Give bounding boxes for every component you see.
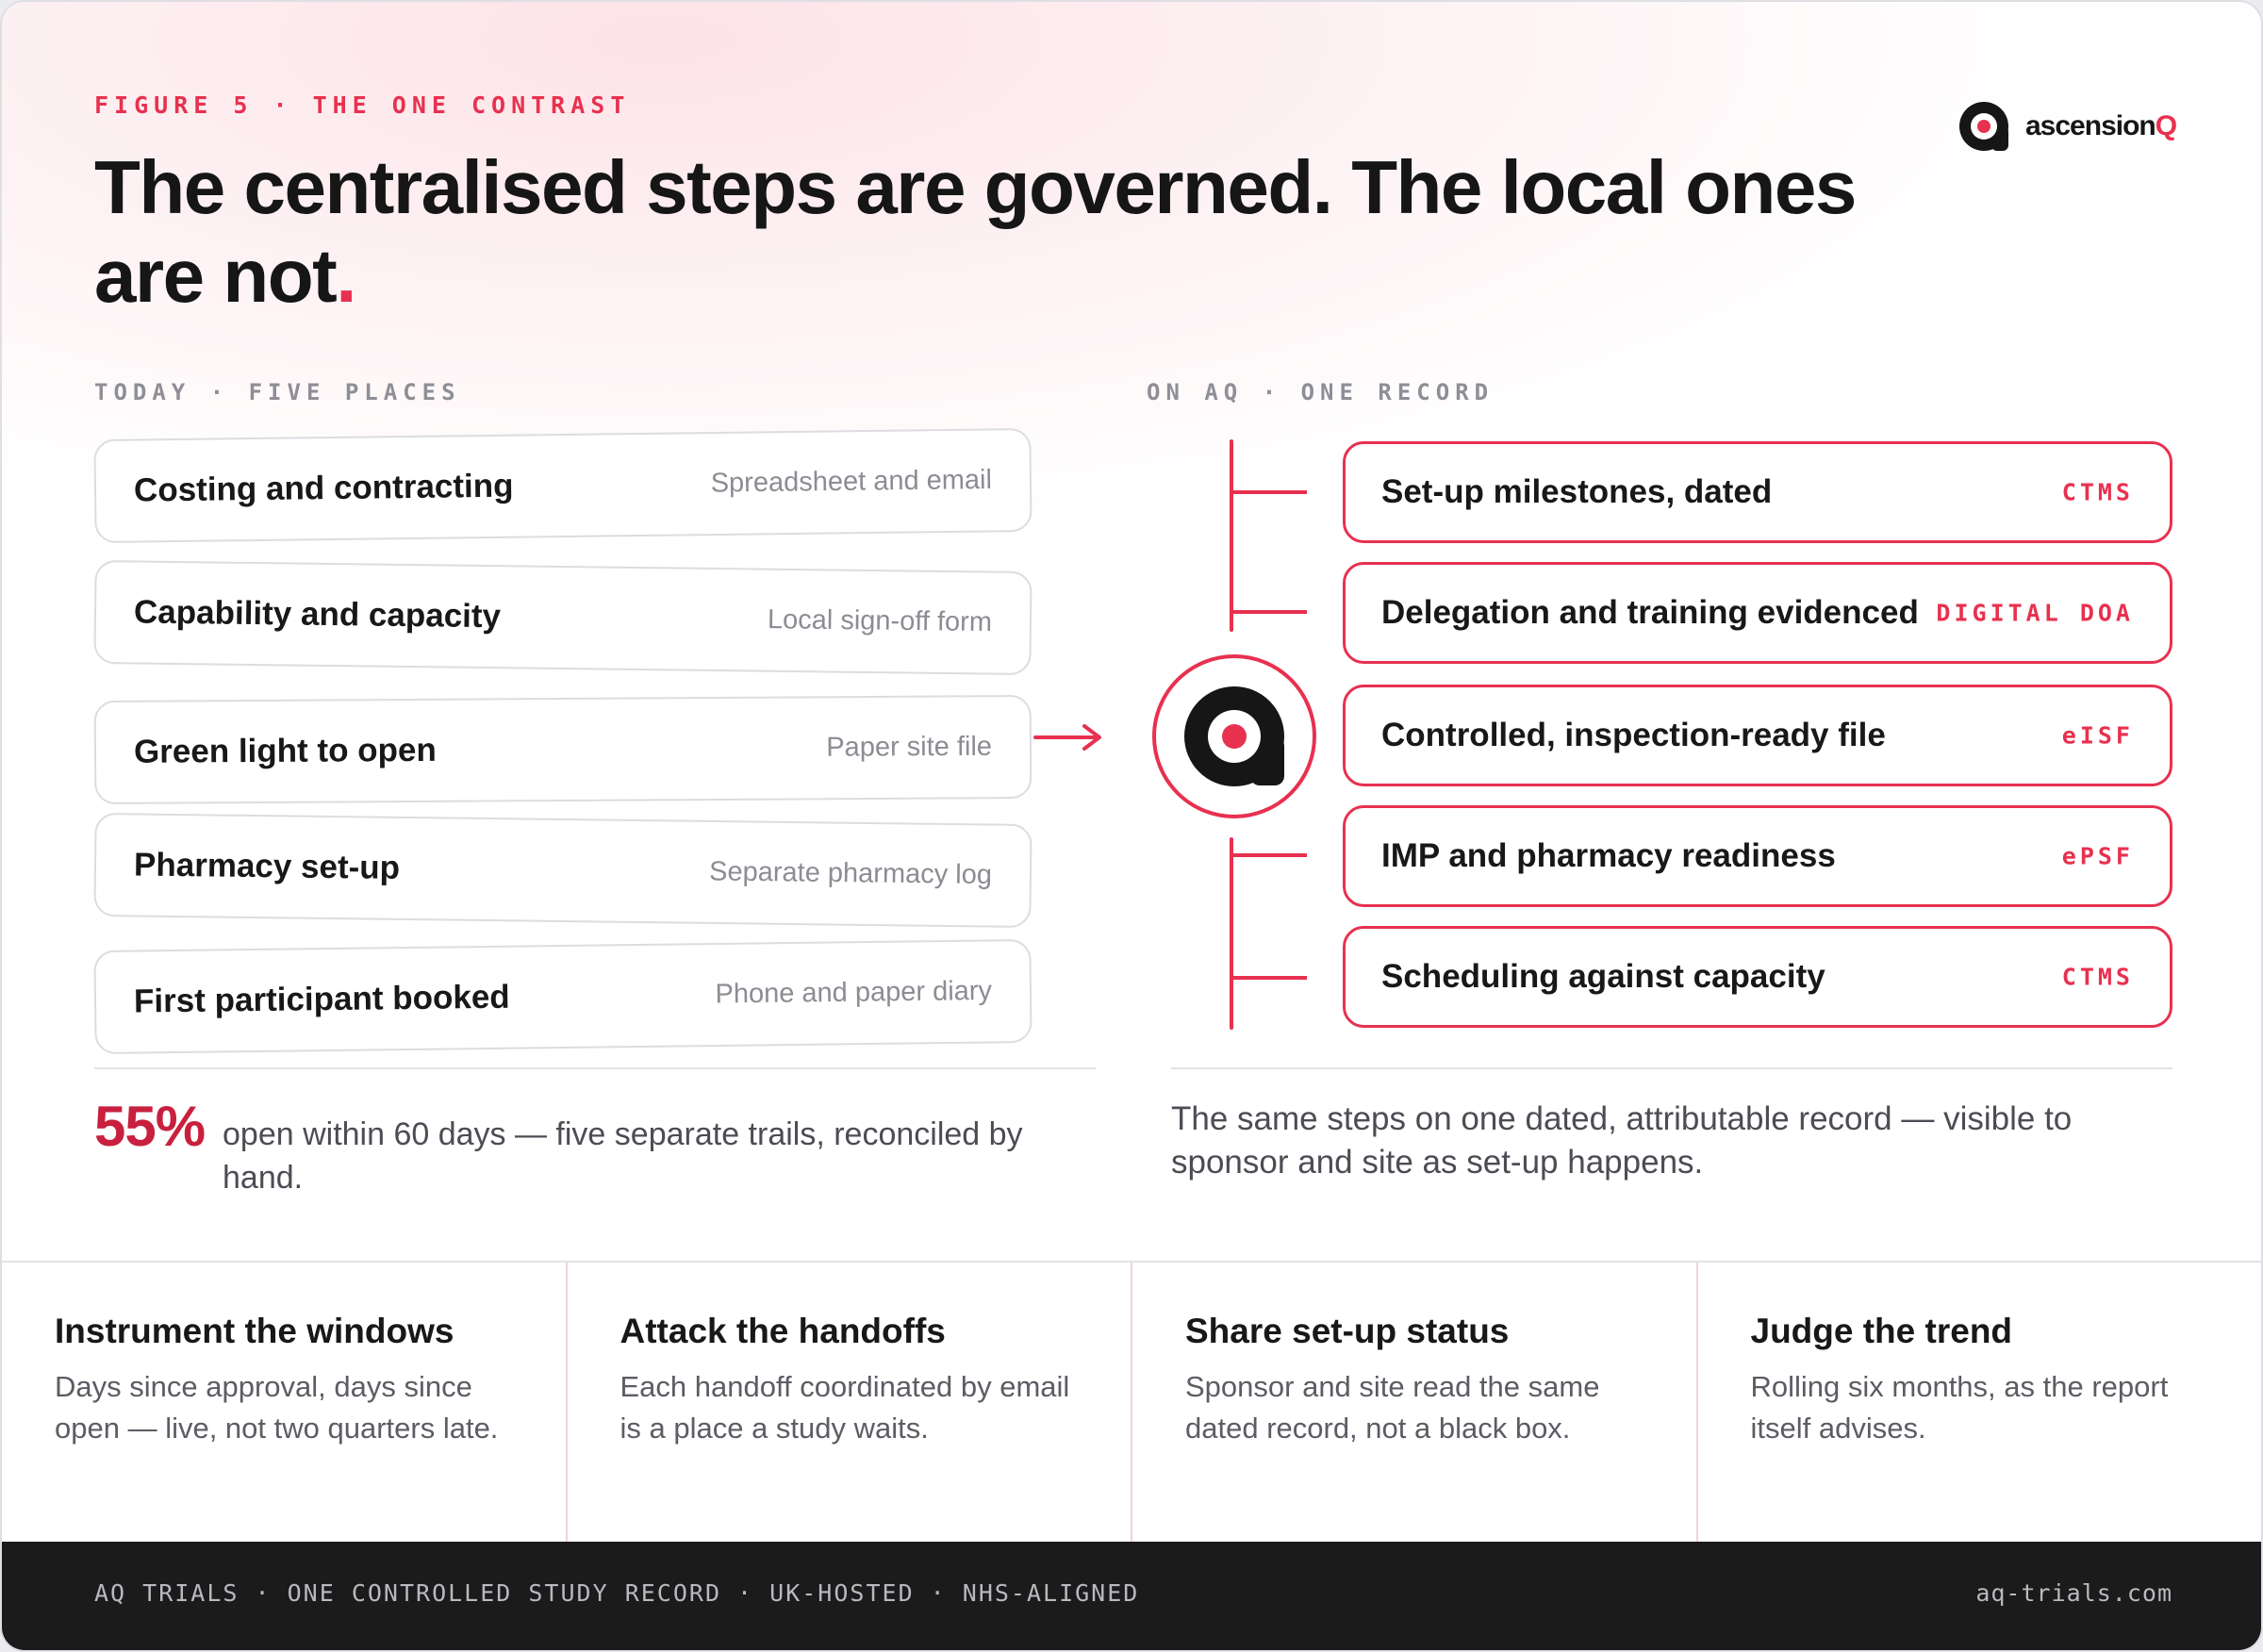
divider (1171, 1067, 2172, 1069)
aq-step-card: Set-up milestones, dated CTMS (1343, 441, 2172, 543)
pillar: Instrument the windows Days since approv… (2, 1263, 568, 1544)
pillar-body: Days since approval, days since open — l… (55, 1370, 499, 1445)
brand-wordmark-accent: Q (2155, 110, 2177, 141)
today-step-name: Pharmacy set-up (133, 846, 401, 886)
aq-step-name: Scheduling against capacity (1381, 958, 1825, 995)
pillar-body: Each handoff coordinated by email is a p… (619, 1370, 1070, 1445)
aq-step-tag: ePSF (2061, 842, 2134, 870)
pillar-body: Rolling six months, as the report itself… (1750, 1370, 2169, 1445)
footer-url[interactable]: aq-trials.com (1975, 1579, 2172, 1607)
title-dot: . (336, 234, 356, 318)
aq-step-name: Set-up milestones, dated (1381, 473, 1773, 510)
today-step-name: Capability and capacity (133, 593, 502, 636)
today-step-source: Spreadsheet and email (710, 464, 993, 499)
figure-eyebrow: FIGURE 5 · THE ONE CONTRAST (94, 91, 631, 119)
brand-wordmark-main: ascension (2025, 110, 2156, 141)
aq-summary: The same steps on one dated, attributabl… (1171, 1100, 2073, 1181)
footer-tagline: AQ TRIALS · ONE CONTROLLED STUDY RECORD … (94, 1579, 1140, 1607)
aq-step-tag: CTMS (2061, 963, 2134, 991)
aq-step-card: Controlled, inspection-ready file eISF (1343, 685, 2172, 786)
pillar: Share set-up status Sponsor and site rea… (1132, 1263, 1698, 1544)
today-step-source: Phone and paper diary (715, 975, 993, 1010)
pillar-heading: Judge the trend (1750, 1312, 2013, 1350)
pillar-body: Sponsor and site read the same dated rec… (1185, 1370, 1600, 1445)
divider (94, 1067, 1096, 1069)
aq-section-label: ON AQ · ONE RECORD (1147, 379, 1495, 405)
aq-hub-icon (1152, 654, 1316, 818)
aq-step-card: IMP and pharmacy readiness ePSF (1343, 805, 2172, 907)
today-step-name: First participant booked (133, 978, 510, 1020)
aq-step-name: Controlled, inspection-ready file (1381, 717, 1886, 753)
pillar: Judge the trend Rolling six months, as t… (1698, 1263, 2262, 1544)
figure-card: FIGURE 5 · THE ONE CONTRAST The centrali… (0, 0, 2263, 1652)
pillar-heading: Instrument the windows (55, 1312, 454, 1350)
aq-logo-icon (1959, 102, 2008, 151)
aq-step-tag: eISF (2061, 721, 2134, 750)
aq-step-tag: DIGITAL DOA (1936, 599, 2134, 627)
today-section-label: TODAY · FIVE PLACES (94, 379, 461, 405)
today-step-card: Pharmacy set-up Separate pharmacy log (93, 812, 1032, 929)
aq-step-card: Delegation and training evidenced DIGITA… (1343, 562, 2172, 664)
today-step-source: Local sign-off form (767, 604, 993, 638)
footer: AQ TRIALS · ONE CONTROLLED STUDY RECORD … (2, 1542, 2261, 1650)
aq-step-tag: CTMS (2061, 478, 2134, 506)
today-step-card: Capability and capacity Local sign-off f… (93, 559, 1032, 676)
aq-step-card: Scheduling against capacity CTMS (1343, 926, 2172, 1028)
brand-logo: ascensionQ (1956, 96, 2177, 157)
today-step-card: Costing and contracting Spreadsheet and … (93, 427, 1032, 544)
pillar: Attack the handoffs Each handoff coordin… (568, 1263, 1132, 1544)
page-title: The centralised steps are governed. The … (94, 143, 1933, 321)
pillars-row: Instrument the windows Days since approv… (2, 1261, 2261, 1544)
today-step-source: Separate pharmacy log (708, 856, 993, 891)
today-step-source: Paper site file (826, 731, 993, 763)
today-step-card: Green light to open Paper site file (93, 694, 1032, 805)
brand-wordmark: ascensionQ (2025, 110, 2177, 142)
today-step-card: First participant booked Phone and paper… (93, 938, 1032, 1055)
today-step-name: Green light to open (133, 731, 437, 770)
aq-step-name: Delegation and training evidenced (1381, 594, 1919, 631)
stat-value: 55% (94, 1095, 206, 1158)
arrow-right-icon (1033, 724, 1101, 751)
pillar-heading: Share set-up status (1185, 1312, 1510, 1350)
stat-description: open within 60 days — five separate trai… (223, 1116, 1023, 1196)
aq-step-name: IMP and pharmacy readiness (1381, 837, 1836, 874)
title-text: The centralised steps are governed. The … (94, 145, 1857, 318)
pillar-heading: Attack the handoffs (619, 1312, 946, 1350)
today-step-name: Costing and contracting (133, 467, 514, 509)
